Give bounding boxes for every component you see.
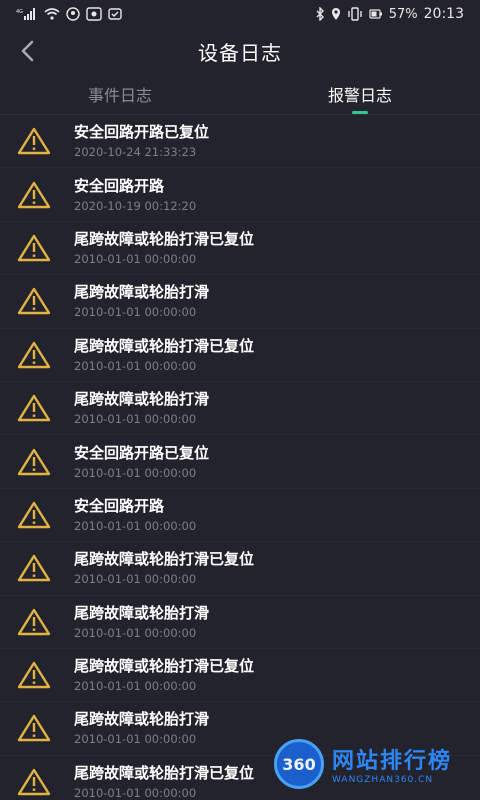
list-item-texts: 尾跨故障或轮胎打滑已复位 2010-01-01 00:00:00 xyxy=(74,763,254,800)
warning-icon xyxy=(17,234,51,262)
battery-icon xyxy=(369,7,383,21)
status-bar: 4G 57% 20:13 xyxy=(0,0,480,28)
watermark: 360 网站排行榜 WANGZHAN360.CN xyxy=(274,734,474,794)
alarm-event: 尾跨故障或轮胎打滑已复位 xyxy=(74,229,255,248)
list-item-texts: 尾跨故障或轮胎打滑已复位 2010-01-01 00:00:00 xyxy=(74,229,254,267)
watermark-sub: WANGZHAN360.CN xyxy=(332,775,434,785)
alarm-event: 尾跨故障或轮胎打滑已复位 xyxy=(74,550,255,569)
list-item-texts: 尾跨故障或轮胎打滑已复位 2010-01-01 00:00:00 xyxy=(74,336,254,374)
watermark-logo: 360 xyxy=(274,739,324,789)
alarm-event: 尾跨故障或轮胎打滑已复位 xyxy=(74,336,255,355)
alarm-event: 尾跨故障或轮胎打滑 xyxy=(74,603,210,622)
alarm-time: 2010-01-01 00:00:00 xyxy=(74,679,197,694)
warning-icon xyxy=(17,394,51,422)
alarm-time: 2010-01-01 00:00:00 xyxy=(74,732,197,747)
app-header: 设备日志 xyxy=(0,28,480,74)
list-item[interactable]: 安全回路开路已复位 2020-10-24 21:33:23 xyxy=(0,115,480,169)
list-item[interactable]: 安全回路开路 2010-01-01 00:00:00 xyxy=(0,489,480,543)
list-item-texts: 安全回路开路 2020-10-19 00:12:20 xyxy=(74,176,196,214)
list-item[interactable]: 尾跨故障或轮胎打滑已复位 2010-01-01 00:00:00 xyxy=(0,222,480,276)
warning-icon xyxy=(17,768,51,796)
list-item-texts: 尾跨故障或轮胎打滑 2010-01-01 00:00:00 xyxy=(74,709,209,747)
alarm-list[interactable]: 安全回路开路已复位 2020-10-24 21:33:23 安全回路开路 202… xyxy=(0,115,480,800)
chevron-left-icon xyxy=(21,40,34,62)
list-item-texts: 尾跨故障或轮胎打滑 2010-01-01 00:00:00 xyxy=(74,282,209,320)
tab-label: 报警日志 xyxy=(327,86,392,105)
alarm-event: 尾跨故障或轮胎打滑 xyxy=(74,710,210,729)
message-icon xyxy=(108,7,122,21)
tab-label: 事件日志 xyxy=(87,86,152,105)
warning-icon xyxy=(17,608,51,635)
alarm-event: 尾跨故障或轮胎打滑已复位 xyxy=(74,763,255,782)
alarm-time: 2010-01-01 00:00:00 xyxy=(74,518,197,533)
alarm-time: 2020-10-24 21:33:23 xyxy=(74,145,197,160)
svg-text:4G: 4G xyxy=(16,9,23,15)
wifi-icon xyxy=(44,8,60,20)
signal-icon: 4G xyxy=(16,8,38,20)
alarm-event: 安全回路开路已复位 xyxy=(74,443,210,462)
alarm-event: 尾跨故障或轮胎打滑已复位 xyxy=(74,657,255,676)
location-icon xyxy=(331,7,341,21)
list-item-texts: 尾跨故障或轮胎打滑 2010-01-01 00:00:00 xyxy=(74,603,209,641)
list-item-texts: 尾跨故障或轮胎打滑已复位 2010-01-01 00:00:00 xyxy=(74,549,254,587)
list-item[interactable]: 尾跨故障或轮胎打滑已复位 2010-01-01 00:00:00 xyxy=(0,649,480,703)
notification-icon xyxy=(66,7,80,21)
list-item[interactable]: 安全回路开路已复位 2010-01-01 00:00:00 xyxy=(0,435,480,489)
alarm-event: 安全回路开路 xyxy=(74,176,165,195)
warning-icon xyxy=(17,288,51,315)
list-item[interactable]: 尾跨故障或轮胎打滑 2010-01-01 00:00:00 xyxy=(0,596,480,649)
warning-icon xyxy=(17,448,51,475)
active-tab-indicator xyxy=(352,111,368,114)
warning-icon xyxy=(17,127,51,155)
list-item[interactable]: 尾跨故障或轮胎打滑已复位 2010-01-01 00:00:00 xyxy=(0,329,480,382)
alarm-time: 2010-01-01 00:00:00 xyxy=(74,625,197,640)
watermark-texts: 网站排行榜 WANGZHAN360.CN xyxy=(332,743,452,785)
tab-event-log[interactable]: 事件日志 xyxy=(0,74,240,114)
warning-icon xyxy=(17,181,51,208)
list-item[interactable]: 安全回路开路 2020-10-19 00:12:20 xyxy=(0,168,480,222)
list-item[interactable]: 尾跨故障或轮胎打滑 2010-01-01 00:00:00 xyxy=(0,275,480,329)
app-notification-icon xyxy=(86,7,102,21)
page-title: 设备日志 xyxy=(198,40,282,65)
warning-icon xyxy=(17,341,51,368)
warning-icon xyxy=(17,501,51,529)
battery-percentage: 57% xyxy=(388,6,418,22)
list-item-texts: 安全回路开路已复位 2010-01-01 00:00:00 xyxy=(74,443,209,481)
list-item-texts: 尾跨故障或轮胎打滑 2010-01-01 00:00:00 xyxy=(74,389,209,427)
alarm-event: 尾跨故障或轮胎打滑 xyxy=(74,390,210,409)
list-item[interactable]: 尾跨故障或轮胎打滑已复位 2010-01-01 00:00:00 xyxy=(0,542,480,596)
back-button[interactable] xyxy=(12,36,44,66)
alarm-event: 安全回路开路已复位 xyxy=(74,123,210,142)
tab-bar: 事件日志 报警日志 xyxy=(0,74,480,115)
list-item-texts: 尾跨故障或轮胎打滑已复位 2010-01-01 00:00:00 xyxy=(74,656,254,694)
list-item[interactable]: 尾跨故障或轮胎打滑 2010-01-01 00:00:00 xyxy=(0,382,480,436)
alarm-time: 2010-01-01 00:00:00 xyxy=(74,251,197,266)
alarm-time: 2010-01-01 00:00:00 xyxy=(74,465,197,480)
list-item-texts: 安全回路开路已复位 2020-10-24 21:33:23 xyxy=(74,122,209,160)
warning-icon xyxy=(17,555,51,582)
vibrate-icon xyxy=(347,7,363,21)
alarm-time: 2010-01-01 00:00:00 xyxy=(74,572,197,587)
list-item-texts: 安全回路开路 2010-01-01 00:00:00 xyxy=(74,496,196,534)
tab-alarm-log[interactable]: 报警日志 xyxy=(240,74,480,114)
status-bar-left: 4G xyxy=(16,7,122,21)
bluetooth-icon xyxy=(315,7,325,21)
status-bar-right: 57% 20:13 xyxy=(315,6,464,22)
alarm-event: 安全回路开路 xyxy=(74,496,165,515)
alarm-event: 尾跨故障或轮胎打滑 xyxy=(74,283,210,302)
watermark-main: 网站排行榜 xyxy=(332,749,453,774)
alarm-time: 2010-01-01 00:00:00 xyxy=(74,412,197,427)
clock-time: 20:13 xyxy=(423,6,464,22)
alarm-time: 2010-01-01 00:00:00 xyxy=(74,358,197,373)
warning-icon xyxy=(17,661,51,689)
alarm-time: 2020-10-19 00:12:20 xyxy=(74,198,197,213)
alarm-time: 2010-01-01 00:00:00 xyxy=(74,305,197,320)
warning-icon xyxy=(17,715,51,742)
alarm-time: 2010-01-01 00:00:00 xyxy=(74,785,197,800)
